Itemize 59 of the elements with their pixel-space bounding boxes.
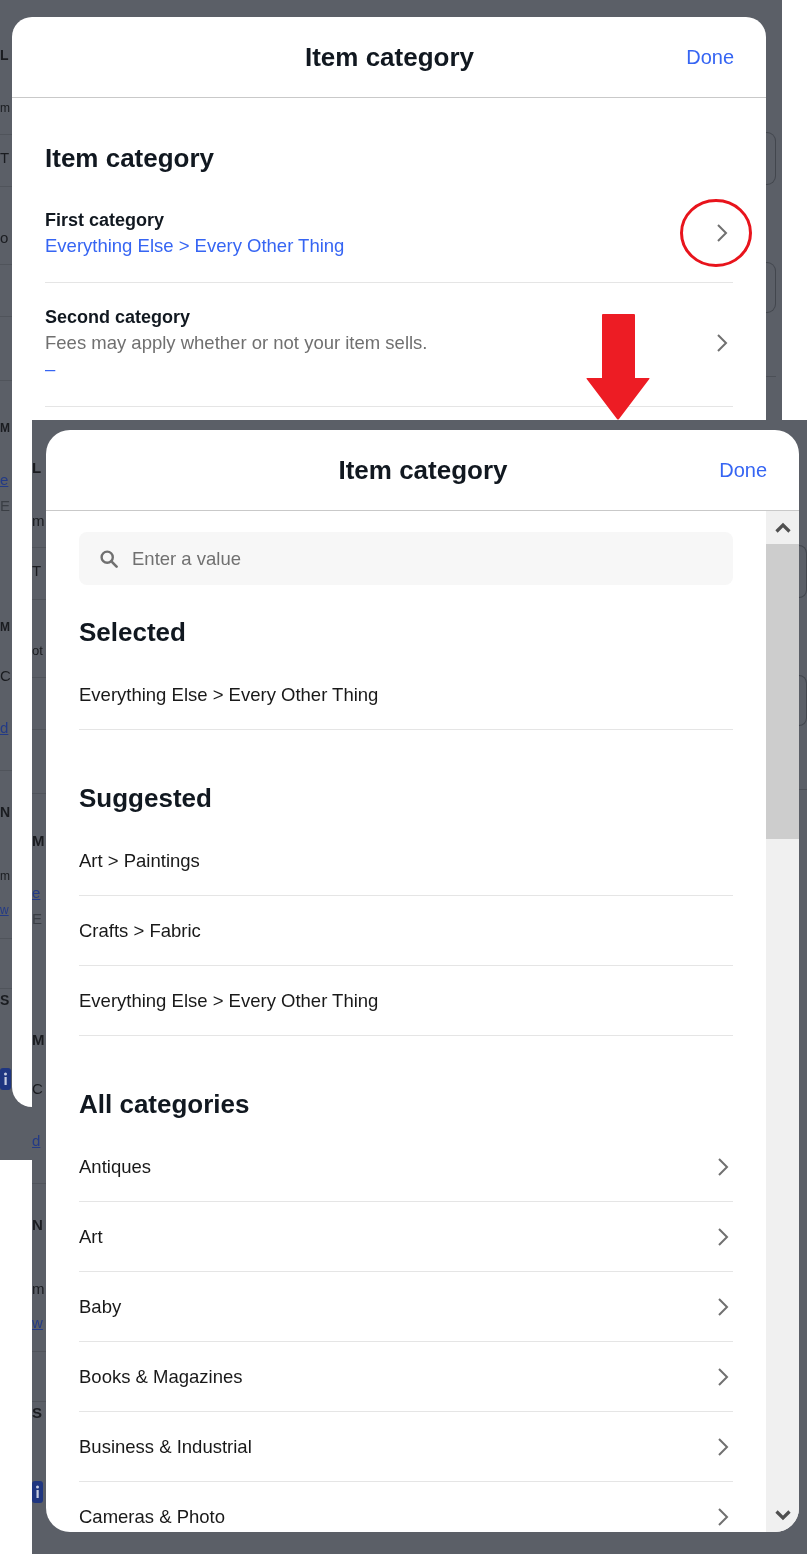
category-option[interactable]: Books & Magazines — [79, 1365, 243, 1388]
category-option[interactable]: Crafts > Fabric — [79, 919, 201, 942]
background-text: N — [0, 803, 11, 821]
scrollbar-thumb[interactable] — [766, 544, 799, 839]
category-option[interactable]: Everything Else > Every Other Thing — [79, 989, 379, 1012]
category-option[interactable]: Art — [79, 1225, 103, 1248]
background-text: S — [32, 1404, 42, 1422]
background-text: M — [0, 619, 10, 636]
background-text: M — [0, 420, 10, 437]
chevron-right-icon[interactable] — [717, 1436, 729, 1457]
category-option[interactable]: Antiques — [79, 1155, 151, 1178]
background-text: C — [0, 667, 11, 685]
background-text: T — [32, 562, 42, 580]
dialog-title: Item category — [338, 454, 508, 486]
category-option[interactable]: Everything Else > Every Other Thing — [79, 683, 379, 706]
section-heading: Item category — [45, 142, 216, 175]
background-text: m — [0, 868, 10, 885]
field-label: First category — [45, 209, 165, 232]
category-option[interactable]: Art > Paintings — [79, 849, 200, 872]
background-text: N — [32, 1216, 43, 1234]
dialog-title: Item category — [304, 41, 475, 73]
chevron-right-icon[interactable] — [717, 1156, 729, 1177]
background-text: L — [32, 459, 42, 477]
help-text: Fees may apply whether or not your item sells. — [45, 331, 428, 355]
scroll-up-icon[interactable] — [774, 522, 791, 533]
chevron-right-icon[interactable] — [717, 1366, 729, 1387]
background-text: M — [32, 832, 45, 850]
background-text: C — [32, 1080, 43, 1098]
chevron-right-icon[interactable] — [716, 333, 728, 353]
background-text: o — [0, 229, 9, 247]
background-text: m — [32, 1280, 45, 1298]
done-button[interactable]: Done — [719, 457, 767, 483]
scroll-down-icon[interactable] — [774, 1510, 791, 1521]
search-field[interactable]: Enter a value — [79, 532, 733, 585]
background-text: ot — [32, 642, 43, 660]
field-label: Second category — [45, 306, 191, 329]
chevron-right-icon[interactable] — [717, 1296, 729, 1317]
background-text: m — [0, 100, 10, 117]
category-value: – — [45, 357, 56, 381]
background-text: m — [32, 512, 45, 530]
section-heading: Suggested — [79, 782, 213, 814]
section-heading: All categories — [79, 1088, 251, 1120]
chevron-right-icon[interactable] — [717, 1226, 729, 1247]
chevron-right-icon[interactable] — [716, 223, 728, 243]
category-option[interactable]: Cameras & Photo — [79, 1505, 225, 1528]
background-text: M — [32, 1031, 45, 1049]
info-icon — [0, 1068, 11, 1090]
background-text: S — [0, 991, 10, 1009]
scrollbar-track[interactable] — [766, 511, 799, 1532]
background-text: T — [0, 149, 10, 167]
category-option[interactable]: Baby — [79, 1295, 122, 1318]
background-text: L — [0, 46, 9, 64]
category-value: Everything Else > Every Other Thing — [45, 234, 345, 258]
info-icon — [32, 1481, 43, 1503]
category-option[interactable]: Business & Industrial — [79, 1435, 252, 1458]
chevron-right-icon[interactable] — [717, 1506, 729, 1527]
section-heading: Selected — [79, 616, 187, 648]
done-button[interactable]: Done — [686, 44, 734, 70]
search-icon — [100, 550, 118, 568]
